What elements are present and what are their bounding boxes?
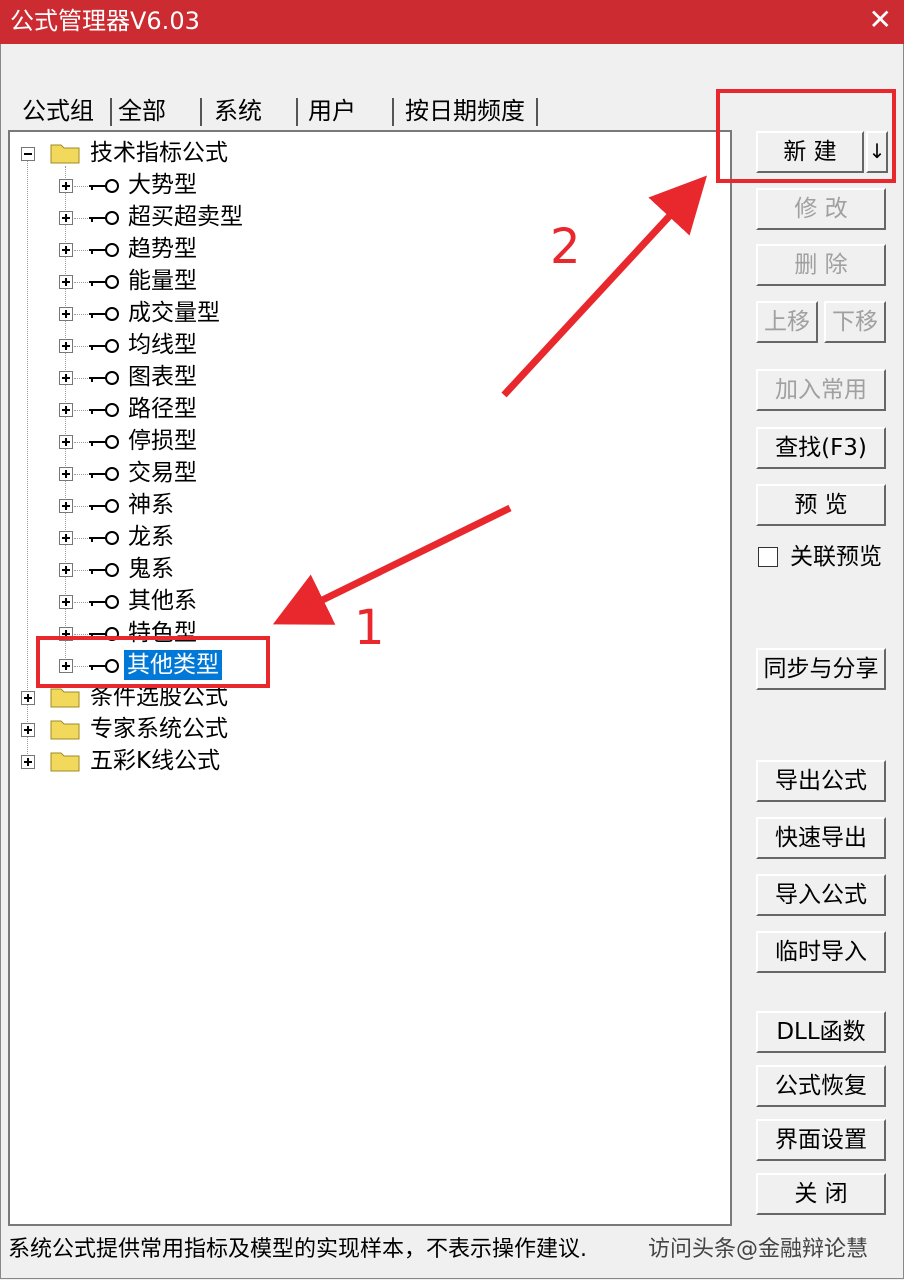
annotation-arrow-1	[272, 504, 512, 625]
annotation-arrow-2	[501, 175, 708, 398]
annotation-arrows	[272, 175, 708, 625]
